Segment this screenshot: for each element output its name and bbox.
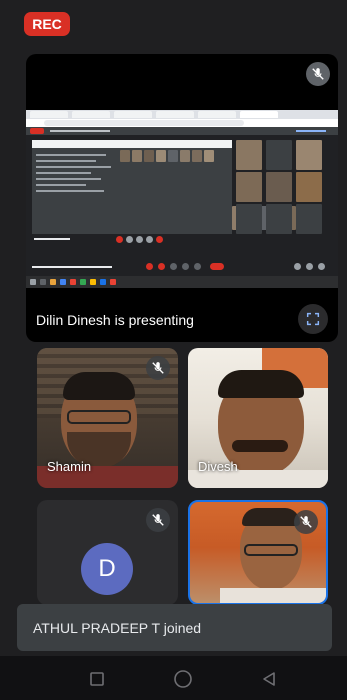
participant-tile-d[interactable]: D: [37, 500, 178, 605]
participant-name: Divesh: [198, 459, 238, 474]
avatar: D: [81, 543, 133, 595]
shared-screen: [26, 110, 338, 288]
join-toast: ATHUL PRADEEP T joined: [17, 604, 332, 651]
home-icon[interactable]: [172, 668, 194, 690]
recents-icon[interactable]: [86, 668, 108, 690]
participant-tile-divesh[interactable]: Divesh: [188, 348, 328, 488]
participant-tile-active[interactable]: [188, 500, 328, 605]
mic-off-icon: [146, 508, 170, 532]
system-nav-bar: [0, 656, 347, 700]
rec-badge: REC: [24, 12, 70, 36]
presentation-tile[interactable]: Dilin Dinesh is presenting: [26, 54, 338, 342]
participant-name: Shamin: [47, 459, 92, 474]
mic-off-icon: [306, 62, 330, 86]
mic-off-icon: [294, 510, 318, 534]
mic-off-icon: [146, 356, 170, 380]
presenter-label: Dilin Dinesh is presenting: [36, 312, 194, 328]
fullscreen-icon[interactable]: [298, 304, 328, 334]
participant-tile-shamin[interactable]: Shamin: [37, 348, 178, 488]
back-icon[interactable]: [258, 668, 280, 690]
